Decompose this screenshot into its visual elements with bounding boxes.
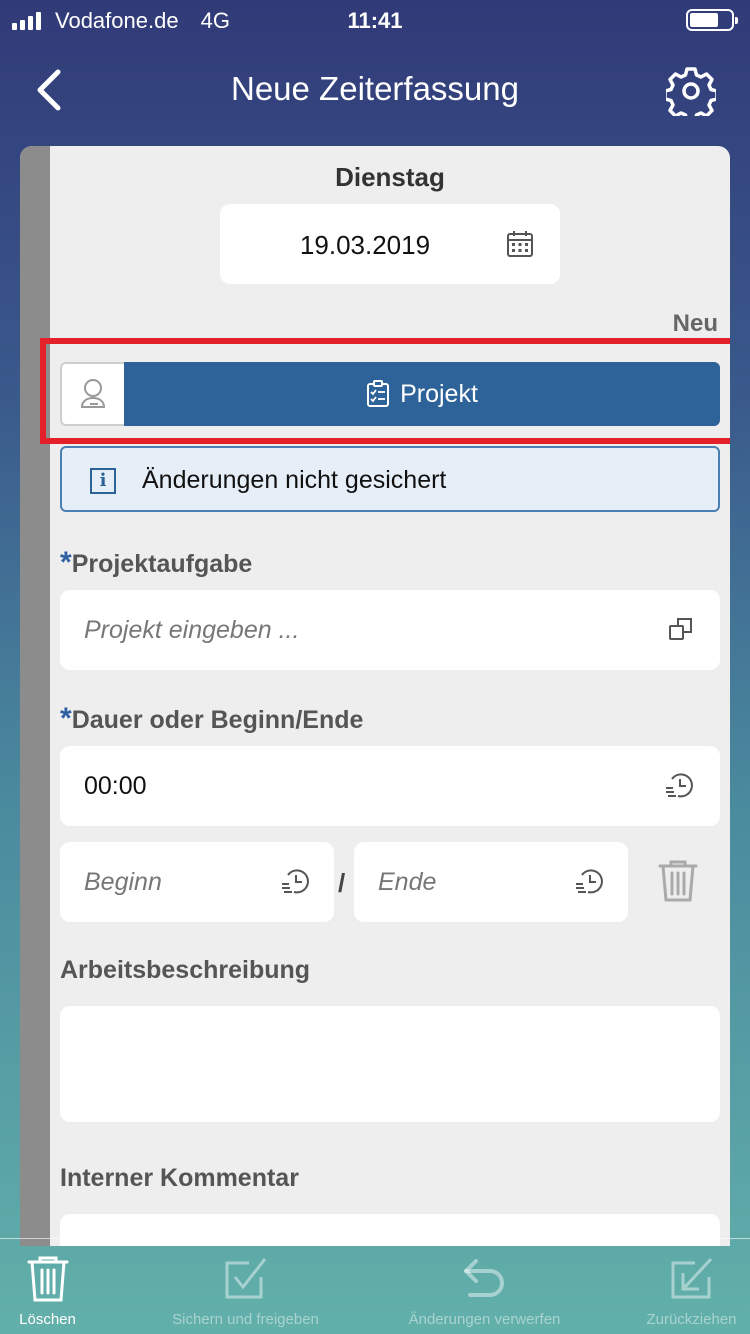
battery-icon (686, 9, 738, 31)
save-release-label: Sichern und freigeben (172, 1311, 319, 1328)
trash-icon (27, 1256, 68, 1302)
project-type-button[interactable]: Projekt (124, 362, 720, 426)
nav-bar: Neue Zeiterfassung (0, 50, 750, 130)
discard-changes-button[interactable]: Änderungen verwerfen (391, 1239, 578, 1334)
time-picker-icon[interactable] (664, 770, 694, 800)
card-content: Dienstag 19.03.2019 Neu Projekt i Änderu… (40, 146, 730, 1246)
withdraw-icon (671, 1257, 712, 1299)
person-icon (80, 379, 106, 408)
required-marker: * (60, 546, 72, 579)
delete-button[interactable]: Löschen (0, 1239, 141, 1334)
project-task-label: *Projektaufgabe (60, 546, 252, 580)
clipboard-checklist-icon (367, 380, 390, 407)
work-description-input[interactable] (60, 1006, 720, 1122)
settings-button[interactable] (663, 66, 719, 123)
discard-changes-label: Änderungen verwerfen (408, 1311, 561, 1328)
clear-times-button[interactable] (638, 842, 718, 922)
clock: 11:41 (347, 8, 403, 33)
info-icon: i (90, 468, 116, 494)
date-field[interactable]: 19.03.2019 (220, 204, 560, 284)
begin-time-input[interactable]: Beginn (60, 842, 334, 922)
withdraw-button[interactable]: Zurückziehen (598, 1239, 750, 1334)
calendar-icon (507, 231, 533, 257)
project-task-input[interactable]: Projekt eingeben ... (60, 590, 720, 670)
time-picker-icon[interactable] (280, 866, 310, 896)
withdraw-label: Zurückziehen (646, 1311, 737, 1328)
duration-label: *Dauer oder Beginn/Ende (60, 702, 363, 736)
card-status-stripe (20, 146, 50, 1246)
required-marker: * (60, 702, 72, 735)
delete-label: Löschen (19, 1311, 76, 1328)
project-button-label: Projekt (400, 379, 478, 408)
person-type-button[interactable] (60, 362, 124, 426)
duration-input[interactable]: 00:00 (60, 746, 720, 826)
save-release-button[interactable]: Sichern und freigeben (152, 1239, 339, 1334)
duration-value: 00:00 (84, 772, 147, 800)
unsaved-changes-text: Änderungen nicht gesichert (142, 466, 447, 494)
undo-icon (463, 1259, 504, 1297)
internal-comment-label: Interner Kommentar (60, 1164, 299, 1192)
bottom-toolbar: Löschen Sichern und freigeben Änderungen… (0, 1238, 750, 1334)
begin-placeholder: Beginn (84, 868, 162, 896)
weekday-label: Dienstag (335, 162, 445, 192)
open-picker-icon[interactable] (668, 616, 694, 642)
page-title: Neue Zeiterfassung (231, 70, 519, 107)
duration-label-text: Dauer oder Beginn/Ende (71, 706, 364, 734)
end-time-input[interactable]: Ende (354, 842, 628, 922)
entry-card: Dienstag 19.03.2019 Neu Projekt i Änderu… (20, 146, 730, 1246)
time-picker-icon[interactable] (574, 866, 604, 896)
status-label: Neu (672, 310, 718, 337)
gear-icon (663, 67, 719, 123)
entry-type-selector: Projekt (60, 362, 720, 426)
time-separator: / (338, 868, 346, 898)
unsaved-changes-banner: i Änderungen nicht gesichert (60, 446, 720, 512)
date-value: 19.03.2019 (299, 230, 431, 260)
project-task-placeholder: Projekt eingeben ... (84, 616, 300, 644)
trash-icon (658, 860, 698, 902)
project-task-label-text: Projektaufgabe (71, 550, 253, 578)
status-bar: Vodafone.de 4G 11:41 (0, 0, 750, 42)
check-save-icon (225, 1258, 266, 1299)
work-description-label: Arbeitsbeschreibung (60, 956, 311, 984)
end-placeholder: Ende (378, 868, 437, 896)
